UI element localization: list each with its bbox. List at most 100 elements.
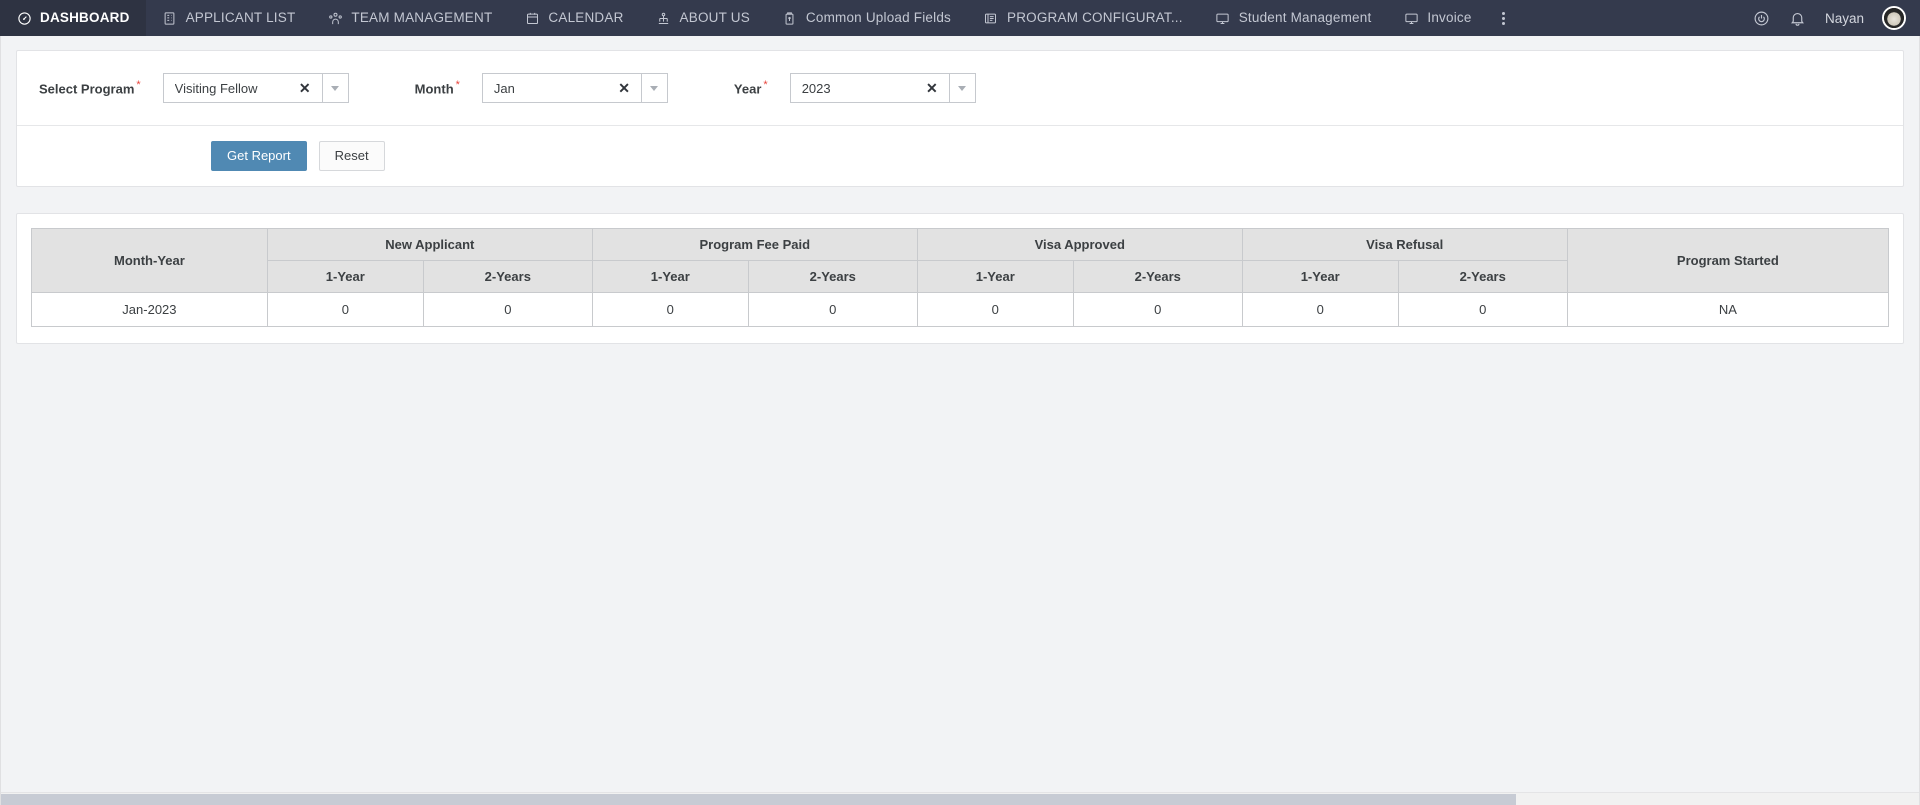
header-visa-refusal: Visa Refusal [1241, 228, 1568, 262]
navbar-right-section: Nayan [1753, 0, 1920, 36]
program-selected-value: Visiting Fellow [174, 80, 258, 96]
subheader-new-applicant-2y: 2-Years [422, 260, 593, 294]
report-table: Month-Year New Applicant Program Fee Pai… [31, 228, 1890, 328]
cell-program-fee-paid-2y: 0 [747, 292, 918, 328]
nav-label-common-upload-fields: Common Upload Fields [805, 10, 951, 25]
year-field-group: Year * 2023 ✕ [734, 73, 976, 103]
nav-item-calendar[interactable]: CALENDAR [508, 0, 639, 36]
program-select-display[interactable]: Visiting Fellow ✕ [162, 73, 323, 103]
clear-icon[interactable]: ✕ [296, 81, 314, 95]
cell-visa-approved-2y: 0 [1072, 292, 1243, 328]
cell-new-applicant-2y: 0 [422, 292, 593, 328]
table-head: Month-Year New Applicant Program Fee Pai… [31, 228, 1890, 294]
required-asterisk: * [455, 79, 460, 92]
nav-item-student-management[interactable]: Student Management [1199, 0, 1388, 36]
reset-button[interactable]: Reset [318, 141, 385, 172]
required-asterisk: * [763, 79, 768, 92]
subheader-new-applicant-1y: 1-Year [266, 260, 424, 294]
subheader-visa-approved-1y: 1-Year [916, 260, 1074, 294]
nav-item-team-management[interactable]: TEAM MANAGEMENT [311, 0, 508, 36]
cell-program-started: NA [1566, 292, 1890, 328]
header-new-applicant: New Applicant [266, 228, 593, 262]
header-program-fee-paid: Program Fee Paid [591, 228, 918, 262]
program-label: Select Program * [39, 79, 141, 96]
program-select[interactable]: Visiting Fellow ✕ [162, 73, 349, 103]
table-row: Jan-2023 0 0 0 0 0 0 0 0 NA [31, 292, 1890, 328]
about-us-icon [656, 10, 672, 26]
chevron-down-icon[interactable] [949, 73, 976, 103]
cell-visa-approved-1y: 0 [916, 292, 1074, 328]
year-select-display[interactable]: 2023 ✕ [789, 73, 950, 103]
team-people-icon [327, 10, 343, 26]
subheader-program-fee-paid-2y: 2-Years [747, 260, 918, 294]
list-building-icon [162, 10, 178, 26]
horizontal-scrollbar[interactable] [1, 792, 1919, 805]
clear-icon[interactable]: ✕ [923, 81, 941, 95]
kebab-menu-icon[interactable] [1488, 11, 1519, 25]
month-select[interactable]: Jan ✕ [481, 73, 668, 103]
nav-item-dashboard[interactable]: DASHBOARD [0, 0, 146, 36]
nav-items-container: DASHBOARD APPLICANT LIST TEAM MANAGEMENT… [0, 0, 1519, 36]
month-field-group: Month * Jan ✕ [415, 73, 668, 103]
chevron-down-icon[interactable] [322, 73, 349, 103]
year-label: Year * [734, 79, 768, 96]
month-label-text: Month [414, 81, 454, 97]
get-report-button[interactable]: Get Report [211, 141, 307, 172]
program-config-icon [983, 10, 999, 26]
subheader-visa-approved-2y: 2-Years [1072, 260, 1243, 294]
subheader-visa-refusal-2y: 2-Years [1397, 260, 1568, 294]
year-select[interactable]: 2023 ✕ [789, 73, 976, 103]
report-table-card: Month-Year New Applicant Program Fee Pai… [16, 213, 1904, 345]
nav-label-calendar: CALENDAR [548, 10, 624, 25]
nav-label-program-configuration: PROGRAM CONFIGURAT... [1006, 10, 1183, 25]
required-asterisk: * [136, 79, 141, 92]
nav-item-applicant-list[interactable]: APPLICANT LIST [146, 0, 312, 36]
power-icon[interactable] [1753, 9, 1771, 27]
subheader-visa-refusal-1y: 1-Year [1241, 260, 1399, 294]
nav-item-invoice[interactable]: Invoice [1387, 0, 1487, 36]
cell-month-year: Jan-2023 [31, 292, 268, 328]
header-visa-approved: Visa Approved [916, 228, 1243, 262]
dashboard-gauge-icon [16, 10, 32, 26]
table-body: Jan-2023 0 0 0 0 0 0 0 0 NA [31, 292, 1890, 328]
clear-icon[interactable]: ✕ [615, 81, 633, 95]
month-label: Month * [415, 79, 460, 96]
filter-card: Select Program * Visiting Fellow ✕ Month *… [16, 50, 1904, 188]
nav-label-student-management: Student Management [1238, 10, 1372, 25]
month-selected-value: Jan [493, 80, 515, 96]
calendar-icon [524, 10, 540, 26]
page-content: Select Program * Visiting Fellow ✕ Month *… [0, 36, 1920, 345]
user-name-label: Nayan [1824, 10, 1864, 26]
month-select-display[interactable]: Jan ✕ [481, 73, 642, 103]
table-group-header-row: Month-Year New Applicant Program Fee Pai… [31, 228, 1890, 294]
upload-document-icon [782, 10, 798, 26]
filter-row: Select Program * Visiting Fellow ✕ Month *… [17, 51, 1903, 126]
subheader-program-fee-paid-1y: 1-Year [591, 260, 749, 294]
user-avatar[interactable] [1882, 6, 1906, 30]
nav-label-invoice: Invoice [1427, 10, 1472, 25]
nav-item-program-configuration[interactable]: PROGRAM CONFIGURAT... [967, 0, 1199, 36]
year-selected-value: 2023 [801, 80, 831, 96]
nav-label-dashboard: DASHBOARD [40, 10, 130, 25]
cell-visa-refusal-2y: 0 [1397, 292, 1568, 328]
program-label-text: Select Program [39, 81, 135, 97]
cell-visa-refusal-1y: 0 [1241, 292, 1399, 328]
nav-label-team-management: TEAM MANAGEMENT [351, 10, 493, 25]
monitor-icon [1403, 10, 1419, 26]
action-button-row: Get Report Reset [17, 126, 1903, 186]
monitor-icon [1215, 10, 1231, 26]
program-field-group: Select Program * Visiting Fellow ✕ [39, 73, 349, 103]
header-program-started: Program Started [1566, 228, 1890, 294]
nav-item-about-us[interactable]: ABOUT US [640, 0, 766, 36]
year-label-text: Year [733, 81, 762, 97]
nav-label-applicant-list: APPLICANT LIST [185, 10, 296, 25]
top-navigation-bar: DASHBOARD APPLICANT LIST TEAM MANAGEMENT… [0, 0, 1920, 36]
chevron-down-icon[interactable] [641, 73, 668, 103]
bell-icon[interactable] [1789, 9, 1807, 27]
nav-item-common-upload-fields[interactable]: Common Upload Fields [766, 0, 967, 36]
cell-new-applicant-1y: 0 [266, 292, 424, 328]
header-month-year: Month-Year [31, 228, 268, 294]
cell-program-fee-paid-1y: 0 [591, 292, 749, 328]
nav-label-about-us: ABOUT US [679, 10, 750, 25]
scrollbar-thumb[interactable] [1, 794, 1517, 805]
